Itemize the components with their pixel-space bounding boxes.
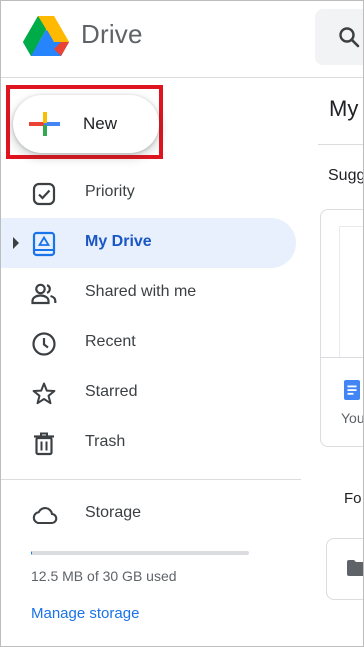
google-docs-icon xyxy=(344,380,360,400)
priority-check-icon xyxy=(32,182,56,206)
sidebar-item-priority[interactable]: Priority xyxy=(1,168,296,218)
shared-people-icon xyxy=(31,283,57,305)
file-thumbnail xyxy=(339,226,363,358)
trash-icon xyxy=(34,432,54,456)
sidebar-item-label: Priority xyxy=(85,183,135,200)
card-subtitle: You xyxy=(341,410,364,426)
new-button-label: New xyxy=(83,114,118,133)
suggested-heading: Sugg xyxy=(328,167,364,184)
new-button[interactable]: New xyxy=(13,95,159,153)
sidebar-item-label: Shared with me xyxy=(85,283,197,300)
manage-storage-link[interactable]: Manage storage xyxy=(31,605,139,622)
main-content: My Sugg You Fo xyxy=(301,78,364,646)
sidebar-divider xyxy=(1,479,301,480)
drive-window: Drive New Priority My Drive Shared with … xyxy=(0,0,364,647)
storage-used-text: 12.5 MB of 30 GB used xyxy=(31,568,177,584)
page-title[interactable]: My xyxy=(329,96,358,122)
folders-heading: Fo xyxy=(344,490,362,507)
app-title: Drive xyxy=(81,19,143,49)
plus-icon xyxy=(29,112,60,136)
sidebar-item-label: Recent xyxy=(85,333,136,350)
expand-caret-icon[interactable] xyxy=(12,237,20,249)
top-bar: Drive xyxy=(1,1,363,78)
storage-usage-bar xyxy=(31,551,249,555)
sidebar-item-label: Trash xyxy=(85,433,126,450)
content-divider xyxy=(318,144,363,145)
my-drive-icon xyxy=(32,231,56,257)
sidebar-item-recent[interactable]: Recent xyxy=(1,318,296,368)
folder-icon xyxy=(347,560,363,576)
search-icon[interactable] xyxy=(337,25,361,49)
sidebar-item-my-drive[interactable]: My Drive xyxy=(1,218,296,268)
sidebar-item-trash[interactable]: Trash xyxy=(1,418,296,468)
folder-card[interactable] xyxy=(326,538,363,600)
sidebar-item-storage[interactable]: Storage xyxy=(1,489,296,539)
sidebar-item-starred[interactable]: Starred xyxy=(1,368,296,418)
search-bar[interactable] xyxy=(315,9,363,65)
sidebar-item-label: Storage xyxy=(85,504,142,521)
sidebar: New Priority My Drive Shared with me Rec… xyxy=(1,78,301,646)
sidebar-item-label: My Drive xyxy=(85,233,152,250)
sidebar-item-shared-with-me[interactable]: Shared with me xyxy=(1,268,296,318)
cloud-icon xyxy=(32,507,58,525)
card-divider xyxy=(321,357,363,358)
sidebar-item-label: Starred xyxy=(85,383,138,400)
drive-logo[interactable] xyxy=(23,16,69,56)
clock-icon xyxy=(32,332,56,356)
suggested-file-card[interactable]: You xyxy=(320,209,364,447)
star-icon xyxy=(32,382,56,405)
